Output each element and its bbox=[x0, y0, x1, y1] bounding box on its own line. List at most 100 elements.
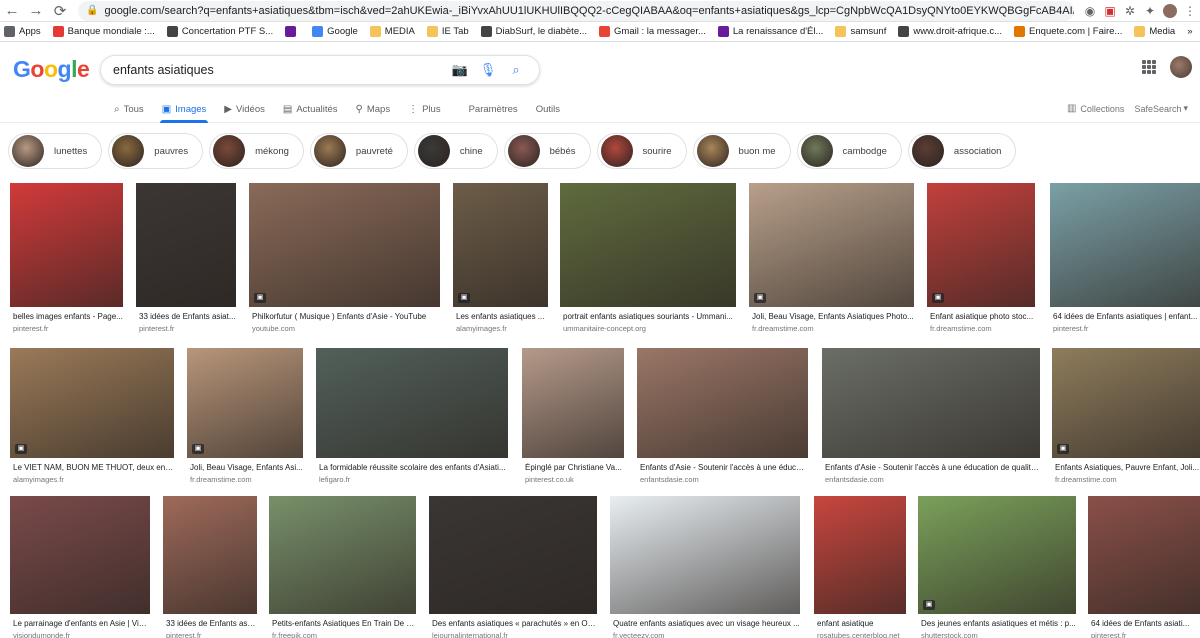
result-thumbnail[interactable] bbox=[560, 183, 736, 307]
result-thumbnail[interactable]: ▣ bbox=[187, 348, 303, 458]
result-source[interactable]: fr.dreamstime.com bbox=[927, 324, 1035, 333]
result-source[interactable]: alamyimages.fr bbox=[10, 475, 174, 484]
chip-0[interactable]: lunettes bbox=[8, 133, 103, 169]
result-source[interactable]: lefigaro.fr bbox=[316, 475, 508, 484]
back-button[interactable]: ← bbox=[0, 0, 24, 22]
result-caption[interactable]: 64 idées de Enfants asiati... bbox=[1088, 619, 1200, 628]
more-bookmarks-button[interactable]: » bbox=[1187, 26, 1192, 37]
result-caption[interactable]: Enfant asiatique photo stoc... bbox=[927, 312, 1035, 321]
image-result[interactable]: ▣ Le VIET NAM, BUON ME THUOT, deux enfan.… bbox=[10, 348, 174, 484]
image-result[interactable]: ▣ Joli, Beau Visage, Enfants Asiatiques P… bbox=[749, 183, 914, 333]
result-source[interactable]: ummanitaire-concept.org bbox=[560, 324, 736, 333]
result-thumbnail[interactable] bbox=[10, 183, 123, 307]
bookmark-item[interactable]: MEDIA bbox=[369, 26, 415, 37]
search-icon[interactable]: ⌕ bbox=[505, 62, 527, 78]
result-source[interactable]: fr.freepik.com bbox=[269, 631, 416, 638]
tab-images[interactable]: ▣ Images bbox=[159, 96, 209, 123]
result-caption[interactable]: Le parrainage d'enfants en Asie | Visi..… bbox=[10, 619, 150, 628]
google-apps-icon[interactable] bbox=[1142, 60, 1156, 74]
result-source[interactable]: youtube.com bbox=[249, 324, 440, 333]
collections-link[interactable]: Collections bbox=[1080, 104, 1124, 114]
result-caption[interactable]: Des jeunes enfants asiatiques et métis :… bbox=[918, 619, 1076, 628]
result-caption[interactable]: belles images enfants - Page... bbox=[10, 312, 123, 321]
result-source[interactable]: pinterest.fr bbox=[163, 631, 257, 638]
result-thumbnail[interactable]: ▣ bbox=[249, 183, 440, 307]
bookmark-item[interactable] bbox=[285, 26, 300, 37]
forward-button[interactable]: → bbox=[24, 0, 48, 22]
result-source[interactable]: pinterest.fr bbox=[10, 324, 123, 333]
result-caption[interactable]: Philkorfutur ( Musique ) Enfants d'Asie … bbox=[249, 312, 440, 321]
result-thumbnail[interactable] bbox=[316, 348, 508, 458]
result-caption[interactable]: Enfants Asiatiques, Pauvre Enfant, Joli.… bbox=[1052, 463, 1200, 472]
result-caption[interactable]: portrait enfants asiatiques souriants - … bbox=[560, 312, 736, 321]
image-result[interactable]: Quatre enfants asiatiques avec un visage… bbox=[610, 496, 800, 638]
extensions-puzzle-icon[interactable]: ✦ bbox=[1140, 1, 1160, 21]
chip-5[interactable]: bébés bbox=[503, 133, 591, 169]
google-logo[interactable]: Google bbox=[13, 56, 99, 83]
image-result[interactable]: 64 idées de Enfants asiati... pinterest.f… bbox=[1088, 496, 1200, 638]
tab-maps[interactable]: ⚲ Maps bbox=[354, 96, 393, 122]
result-caption[interactable]: Les enfants asiatiques ... bbox=[453, 312, 548, 321]
bookmark-item[interactable]: Apps bbox=[4, 26, 41, 37]
result-source[interactable]: pinterest.fr bbox=[136, 324, 236, 333]
bookmark-item[interactable]: IE Tab bbox=[426, 26, 469, 37]
browser-menu-icon[interactable]: ⋮ bbox=[1180, 1, 1200, 21]
result-source[interactable]: rosatubes.centerblog.net bbox=[814, 631, 906, 638]
result-caption[interactable]: Le VIET NAM, BUON ME THUOT, deux enfan..… bbox=[10, 463, 174, 472]
result-thumbnail[interactable] bbox=[1050, 183, 1200, 307]
result-caption[interactable]: Des enfants asiatiques « parachutés » en… bbox=[429, 619, 597, 628]
image-result[interactable]: ▣ Enfants Asiatiques, Pauvre Enfant, Joli… bbox=[1052, 348, 1200, 484]
result-thumbnail[interactable] bbox=[822, 348, 1040, 458]
chip-6[interactable]: sourire bbox=[596, 133, 687, 169]
image-result[interactable]: 33 idées de Enfants asiat... pinterest.fr bbox=[163, 496, 257, 638]
chip-8[interactable]: cambodge bbox=[796, 133, 902, 169]
image-result[interactable]: Enfants d'Asie - Soutenir l'accès à une … bbox=[822, 348, 1040, 484]
bookmark-item[interactable]: Google bbox=[312, 26, 358, 37]
chip-4[interactable]: chine bbox=[413, 133, 498, 169]
result-source[interactable]: lejournalinternational.fr bbox=[429, 631, 597, 638]
result-source[interactable]: fr.vecteezy.com bbox=[610, 631, 800, 638]
image-result[interactable]: 33 idées de Enfants asiat... pinterest.fr bbox=[136, 183, 236, 333]
image-result[interactable]: Enfants d'Asie - Soutenir l'accès à une … bbox=[637, 348, 808, 484]
bookmark-item[interactable]: Banque mondiale :... bbox=[52, 26, 155, 37]
result-caption[interactable]: Épinglé par Christiane Va... bbox=[522, 463, 624, 472]
result-thumbnail[interactable]: ▣ bbox=[1052, 348, 1200, 458]
result-thumbnail[interactable] bbox=[269, 496, 416, 614]
bookmark-item[interactable]: DiabSurf, le diabète... bbox=[480, 26, 587, 37]
camera-icon[interactable]: 📷 bbox=[449, 62, 471, 78]
tab-vidéos[interactable]: ▶ Vidéos bbox=[222, 96, 267, 122]
result-source[interactable]: fr.dreamstime.com bbox=[187, 475, 303, 484]
tab-tous[interactable]: ⌕ Tous bbox=[112, 96, 146, 122]
image-result[interactable]: ▣ Philkorfutur ( Musique ) Enfants d'Asie… bbox=[249, 183, 440, 333]
settings-link[interactable]: Paramètres bbox=[467, 96, 520, 122]
chip-1[interactable]: pauvres bbox=[108, 133, 204, 169]
chevron-down-icon[interactable]: ▾ bbox=[1183, 103, 1188, 114]
result-thumbnail[interactable]: ▣ bbox=[927, 183, 1035, 307]
image-result[interactable]: ▣ Joli, Beau Visage, Enfants Asi... fr.dre… bbox=[187, 348, 303, 484]
result-source[interactable]: fr.dreamstime.com bbox=[1052, 475, 1200, 484]
result-caption[interactable]: Enfants d'Asie - Soutenir l'accès à une … bbox=[637, 463, 808, 472]
extension-gear-icon[interactable]: ✲ bbox=[1120, 1, 1140, 21]
result-thumbnail[interactable] bbox=[610, 496, 800, 614]
result-thumbnail[interactable] bbox=[1088, 496, 1200, 614]
image-result[interactable]: Le parrainage d'enfants en Asie | Visi..… bbox=[10, 496, 150, 638]
image-result[interactable]: Épinglé par Christiane Va... pinterest.co… bbox=[522, 348, 624, 484]
search-bar[interactable]: enfants asiatiques 📷 🎙 ⌕ bbox=[100, 55, 540, 85]
bookmark-item[interactable]: La renaissance d'Él... bbox=[717, 26, 823, 37]
result-caption[interactable]: Quatre enfants asiatiques avec un visage… bbox=[610, 619, 800, 628]
search-input[interactable]: enfants asiatiques bbox=[113, 63, 443, 77]
chip-7[interactable]: buon me bbox=[692, 133, 791, 169]
extension-shield-icon[interactable]: ◉ bbox=[1080, 1, 1100, 21]
result-caption[interactable]: 64 idées de Enfants asiatiques | enfant.… bbox=[1050, 312, 1200, 321]
result-thumbnail[interactable] bbox=[163, 496, 257, 614]
reload-button[interactable]: ⟳ bbox=[48, 0, 72, 22]
bookmark-item[interactable]: www.droit-afrique.c... bbox=[898, 26, 1002, 37]
result-source[interactable]: enfantsdasie.com bbox=[822, 475, 1040, 484]
bookmark-item[interactable]: Gmail : la messager... bbox=[599, 26, 706, 37]
result-source[interactable]: shutterstock.com bbox=[918, 631, 1076, 638]
bookmark-item[interactable]: Enquete.com | Faire... bbox=[1014, 26, 1122, 37]
result-caption[interactable]: La formidable réussite scolaire des enfa… bbox=[316, 463, 508, 472]
result-source[interactable]: pinterest.fr bbox=[1088, 631, 1200, 638]
account-avatar[interactable] bbox=[1170, 56, 1192, 78]
bookmark-item[interactable]: Media bbox=[1134, 26, 1175, 37]
